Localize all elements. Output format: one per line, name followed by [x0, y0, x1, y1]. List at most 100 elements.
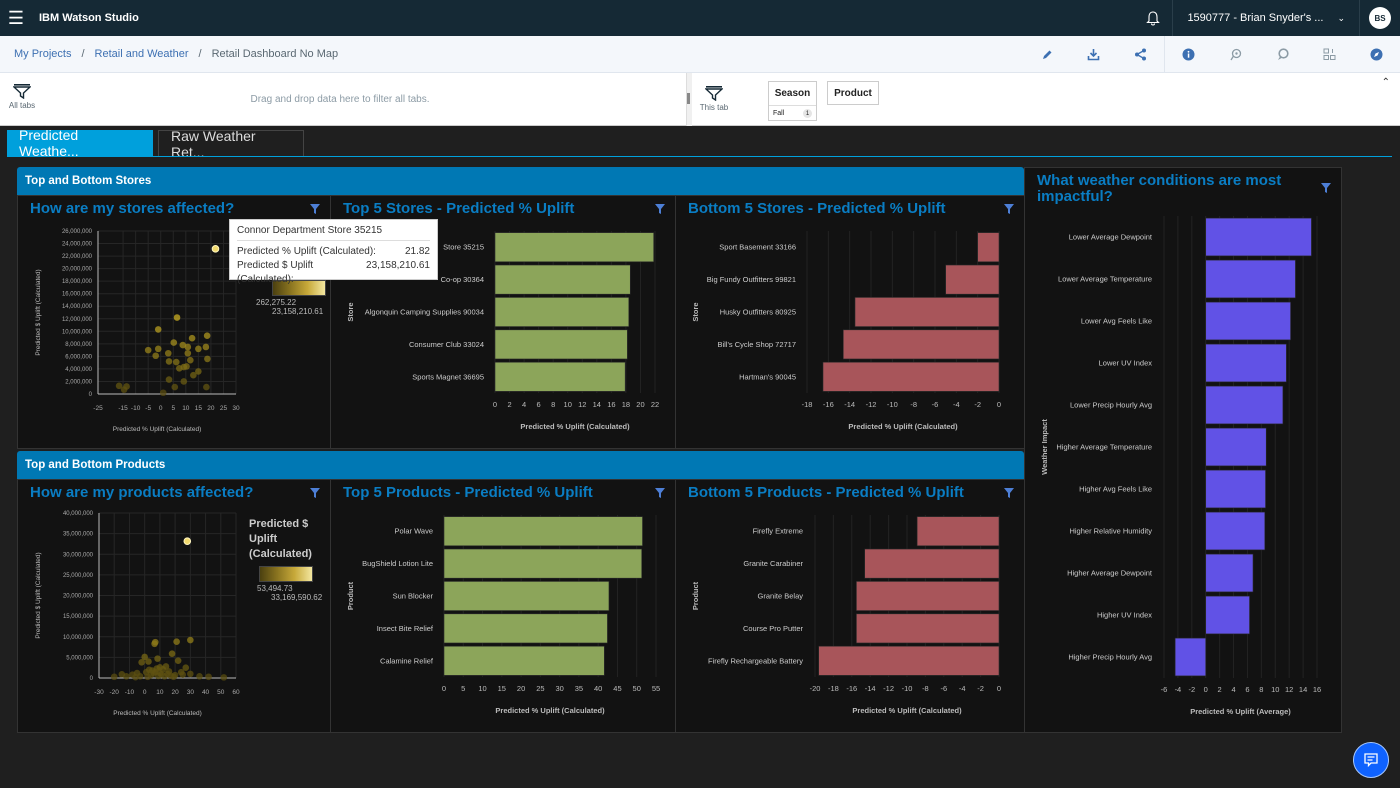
bar [494, 329, 628, 360]
y-tick-label: 35,000,000 [63, 532, 94, 538]
x-tick-label: 25 [220, 405, 228, 412]
info-icon [1182, 48, 1195, 61]
tooltip-label: Predicted % Uplift (Calculated): [237, 246, 376, 257]
breadcrumb-separator: / [198, 48, 202, 60]
category-label: Bill's Cycle Shop 72717 [717, 340, 796, 349]
x-tick-label: 10 [182, 405, 190, 412]
y-tick-label: 20,000,000 [62, 267, 93, 273]
y-tick-label: 4,000,000 [65, 367, 92, 373]
x-tick-label: 55 [652, 684, 660, 693]
weather-impact-panel: What weather conditions are most impactf… [1024, 167, 1342, 733]
x-tick-label: 4 [522, 400, 526, 409]
x-tick-label: 10 [478, 684, 486, 693]
bar [864, 548, 1000, 579]
bar [1205, 469, 1266, 509]
drop-zone-hint[interactable]: Drag and drop data here to filter all ta… [180, 94, 500, 105]
category-label: Co-op 30364 [441, 275, 484, 284]
bar [1205, 301, 1291, 341]
bar [1205, 259, 1296, 299]
y-tick-label: 18,000,000 [62, 279, 93, 285]
x-tick-label: -16 [846, 684, 857, 693]
bar [818, 645, 1000, 676]
category-label: Higher UV Index [1097, 611, 1152, 620]
chat-button[interactable] [1353, 742, 1389, 778]
widgets-button[interactable] [1306, 36, 1353, 73]
x-tick-label: 22 [651, 400, 659, 409]
bar [822, 361, 1000, 392]
x-tick-label: -2 [974, 400, 981, 409]
bar [494, 264, 631, 295]
product-filter-chip[interactable]: Product [827, 81, 879, 105]
menu-icon[interactable]: ☰ [0, 0, 32, 36]
products-scatter-panel: How are my products affected? -30 -20 -10 0… [17, 479, 331, 733]
bar [1205, 595, 1250, 635]
breadcrumb-my-projects[interactable]: My Projects [14, 48, 71, 60]
category-label: Sports Magnet 36695 [412, 372, 484, 381]
scatter-point [159, 389, 167, 397]
bar [443, 548, 643, 579]
category-label: BugShield Lotion Lite [362, 559, 433, 568]
x-tick-label: -18 [802, 400, 813, 409]
x-tick-label: -20 [110, 689, 120, 696]
y-tick-label: 12,000,000 [62, 317, 93, 323]
x-tick-label: 6 [537, 400, 541, 409]
x-tick-label: -12 [866, 400, 877, 409]
bar [1205, 217, 1312, 257]
scatter-point [187, 356, 194, 364]
bottom5-stores-chart: -18 -16 -14 -12 -10 -8 -6 -4 -2 0 Sport Basement 3… [691, 231, 1001, 431]
explore-button[interactable] [1353, 36, 1400, 73]
x-tick-label: 12 [578, 400, 586, 409]
category-label: Algonquin Camping Supplies 90034 [365, 308, 484, 317]
resize-handle[interactable] [687, 93, 690, 104]
x-tick-label: 60 [232, 689, 240, 696]
this-tab-filter[interactable]: This tab [698, 85, 730, 112]
collaborate-button[interactable] [1259, 36, 1306, 73]
category-label: Lower Avg Feels Like [1081, 317, 1152, 326]
category-label: Granite Carabiner [743, 559, 803, 568]
x-tick-label: 8 [1259, 685, 1263, 694]
pin-button[interactable] [1212, 36, 1259, 73]
avatar[interactable]: BS [1369, 7, 1391, 29]
season-filter-chip[interactable]: Season Fall 1 [768, 81, 817, 121]
collapse-filter-bar-icon[interactable]: ⌃ [1382, 77, 1390, 88]
category-label: Higher Avg Feels Like [1079, 485, 1152, 494]
bar [1205, 427, 1267, 467]
category-label: Calamine Relief [380, 656, 434, 665]
all-tabs-filter[interactable]: All tabs [6, 83, 38, 110]
breadcrumb-retail-and-weather[interactable]: Retail and Weather [95, 48, 189, 60]
scatter-point [171, 383, 179, 391]
scatter-point [120, 386, 128, 393]
x-tick-label: 30 [555, 684, 563, 693]
notifications-icon[interactable] [1133, 0, 1174, 36]
scatter-point [220, 674, 228, 681]
tab-underline [7, 156, 1392, 157]
explore-icon [1370, 48, 1383, 61]
y-axis-label: Product [691, 581, 700, 610]
x-tick-label: -5 [145, 405, 151, 412]
x-tick-label: -16 [823, 400, 834, 409]
x-tick-label: 0 [997, 684, 1001, 693]
share-button[interactable] [1117, 36, 1164, 73]
widgets-icon [1323, 48, 1336, 60]
category-label: Store 35215 [443, 243, 484, 252]
tab-raw-weather[interactable]: Raw Weather Ret... [158, 128, 304, 160]
y-tick-label: 30,000,000 [63, 552, 94, 558]
y-axis-label: Weather Impact [1040, 419, 1049, 475]
bar [494, 297, 630, 327]
x-tick-label: 8 [551, 400, 555, 409]
x-tick-label: 6 [1245, 685, 1249, 694]
tab-predicted-weather[interactable]: Predicted Weathe... [7, 127, 153, 159]
y-axis-label: Store [346, 302, 355, 321]
y-tick-label: 14,000,000 [62, 304, 93, 310]
scatter-point [144, 346, 152, 354]
x-tick-label: 20 [171, 689, 179, 696]
category-label: Insect Bite Relief [377, 624, 434, 633]
scatter-point [132, 673, 139, 681]
bar [854, 297, 1000, 327]
account-name: 1590777 - Brian Snyder's ... [1187, 12, 1324, 24]
account-switcher[interactable]: 1590777 - Brian Snyder's ... ⌄ [1173, 0, 1360, 36]
scatter-point [205, 673, 212, 681]
info-button[interactable] [1165, 36, 1212, 73]
download-button[interactable] [1070, 36, 1117, 73]
edit-button[interactable] [1023, 36, 1070, 73]
